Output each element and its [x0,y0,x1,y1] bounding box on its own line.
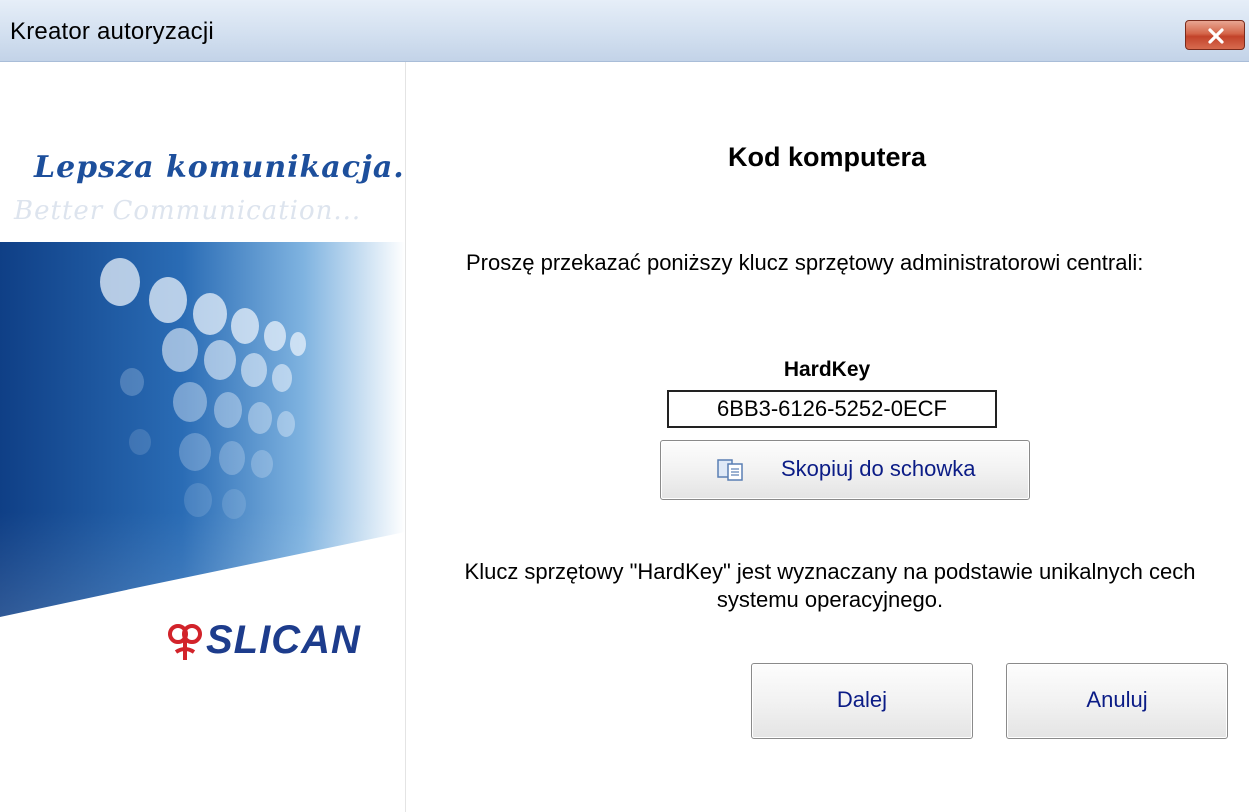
wizard-content: Kod komputera Proszę przekazać poniższy … [405,62,1249,812]
instruction-text: Proszę przekazać poniższy klucz sprzętow… [466,250,1144,275]
title-bar[interactable]: Kreator autoryzacji [0,0,1249,62]
hardkey-label: HardKey [783,358,871,381]
close-button[interactable] [1185,20,1245,50]
next-button[interactable]: Dalej [751,663,973,739]
hardkey-explanation: Klucz sprzętowy "HardKey" jest wyznaczan… [464,559,1196,612]
side-banner: Lepsza komunikacja... Better Communicati… [0,62,406,812]
copy-icon [717,459,743,481]
tagline: Lepsza komunikacja... [34,150,406,185]
hardkey-field[interactable]: 6BB3-6126-5252-0ECF [667,390,997,428]
window-title: Kreator autoryzacji [10,18,214,45]
page-title: Kod komputera [727,142,927,172]
copy-button-label: Skopiuj do schowka [781,456,976,481]
banner-graphic [0,242,405,627]
logo-text: SLICAN [206,618,361,662]
logo-flower-icon [168,624,202,660]
cancel-button[interactable]: Anuluj [1006,663,1228,739]
tagline-watermark: Better Communication... [14,196,362,226]
copy-to-clipboard-button[interactable]: Skopiuj do schowka [660,440,1030,500]
slican-logo: SLICAN [166,618,386,668]
close-icon [1208,28,1224,44]
